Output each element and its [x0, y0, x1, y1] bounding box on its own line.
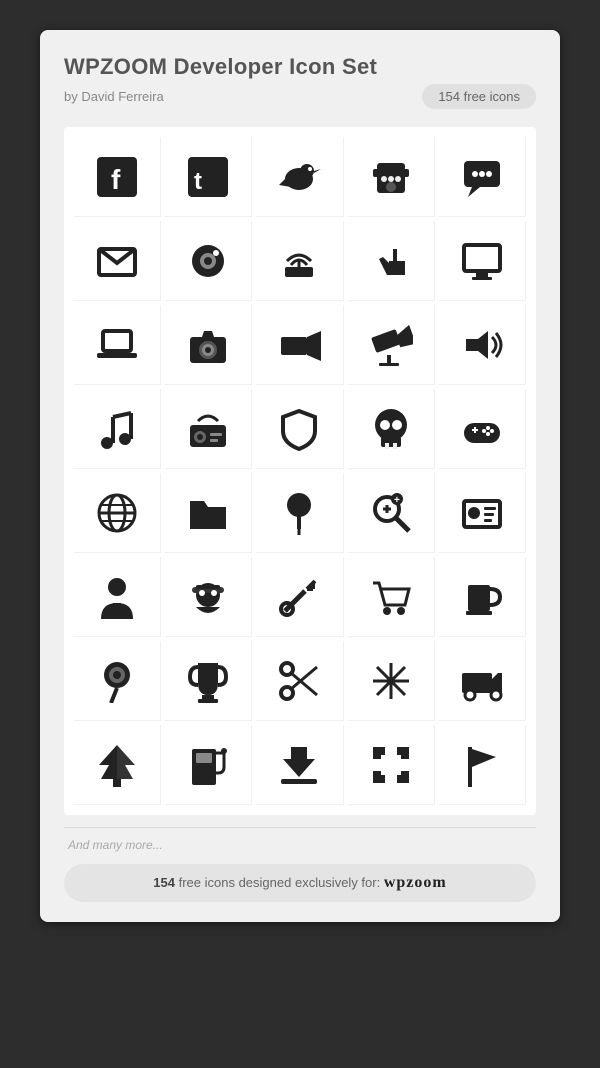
globe-icon[interactable]	[74, 473, 161, 553]
person-icon[interactable]	[74, 557, 161, 637]
icon-count-badge: 154 free icons	[422, 84, 536, 109]
main-card: WPZOOM Developer Icon Set by David Ferre…	[40, 30, 560, 922]
subtitle-row: by David Ferreira 154 free icons	[64, 84, 536, 109]
bird-icon[interactable]	[256, 137, 343, 217]
chat-icon[interactable]	[439, 137, 526, 217]
cup-icon[interactable]	[439, 557, 526, 637]
footer-bar: 154 free icons designed exclusively for:…	[64, 864, 536, 902]
svg-text:+: +	[394, 495, 400, 506]
more-text: And many more...	[64, 838, 536, 852]
header: WPZOOM Developer Icon Set by David Ferre…	[64, 54, 536, 109]
gas-station-icon[interactable]	[165, 725, 252, 805]
pointing-hand-icon[interactable]	[348, 221, 435, 301]
shield-icon[interactable]	[256, 389, 343, 469]
download-icon[interactable]	[256, 725, 343, 805]
wifi-router-icon[interactable]	[256, 221, 343, 301]
cart-icon[interactable]	[348, 557, 435, 637]
camera-icon[interactable]	[165, 305, 252, 385]
snowflake-icon[interactable]	[348, 641, 435, 721]
footer-text: 154 free icons designed exclusively for:…	[153, 875, 446, 890]
icon-count: 154	[153, 875, 175, 890]
email-icon[interactable]	[74, 221, 161, 301]
harddrive-icon[interactable]	[165, 221, 252, 301]
compress-icon[interactable]	[348, 725, 435, 805]
lollipop-icon[interactable]	[74, 641, 161, 721]
footer-label: free icons designed exclusively for:	[179, 875, 384, 890]
facebook-icon[interactable]: f	[74, 137, 161, 217]
telephone-icon[interactable]	[348, 137, 435, 217]
gamepad-icon[interactable]	[439, 389, 526, 469]
monitor-icon[interactable]	[439, 221, 526, 301]
skull-icon[interactable]	[348, 389, 435, 469]
divider	[64, 827, 536, 828]
svg-text:t: t	[194, 168, 202, 195]
twitter-icon[interactable]: t	[165, 137, 252, 217]
video-camera-icon[interactable]	[256, 305, 343, 385]
volume-icon[interactable]	[439, 305, 526, 385]
page-title: WPZOOM Developer Icon Set	[64, 54, 536, 80]
scissors-icon[interactable]	[256, 641, 343, 721]
icon-grid: f t	[64, 127, 536, 815]
truck-icon[interactable]	[439, 641, 526, 721]
folder-icon[interactable]	[165, 473, 252, 553]
tools-icon[interactable]	[256, 557, 343, 637]
radio-icon[interactable]	[165, 389, 252, 469]
laptop-icon[interactable]	[74, 305, 161, 385]
trophy-icon[interactable]	[165, 641, 252, 721]
brand-name: wpzoom	[384, 874, 447, 891]
pin-icon[interactable]	[256, 473, 343, 553]
svg-text:f: f	[111, 164, 121, 195]
tree-icon[interactable]	[74, 725, 161, 805]
music-icon[interactable]	[74, 389, 161, 469]
detective-icon[interactable]	[165, 557, 252, 637]
security-camera-icon[interactable]	[348, 305, 435, 385]
flag-icon[interactable]	[439, 725, 526, 805]
author-text: by David Ferreira	[64, 89, 164, 104]
id-card-icon[interactable]	[439, 473, 526, 553]
zoom-in-icon[interactable]: +	[348, 473, 435, 553]
